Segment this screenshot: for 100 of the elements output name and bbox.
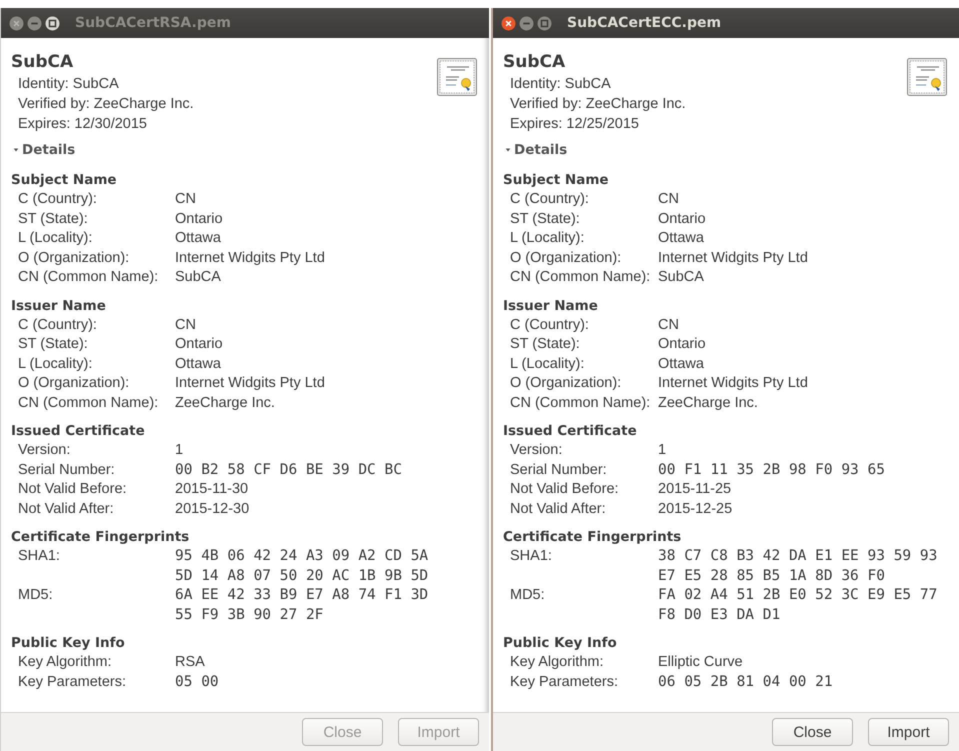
- field-label: C (Country):: [18, 316, 97, 334]
- field-value: 2015-11-30: [175, 480, 248, 499]
- field-value: SubCA: [658, 268, 704, 287]
- field-value: 2015-12-25: [658, 500, 732, 518]
- verified-by-text: Verified by: ZeeCharge Inc.: [18, 95, 194, 114]
- verified-by-text: Verified by: ZeeCharge Inc.: [510, 95, 686, 114]
- field-value: 1: [658, 441, 666, 460]
- section-heading: Certificate Fingerprints: [11, 528, 190, 547]
- field-value: E7 E5 28 85 B5 1A 8D 36 F0: [658, 566, 885, 586]
- field-value: Ontario: [658, 210, 706, 228]
- section-heading: Certificate Fingerprints: [503, 528, 682, 547]
- section-heading: Subject Name: [11, 171, 118, 190]
- field-value: 2015-12-30: [175, 500, 250, 518]
- details-expander[interactable]: Details: [13, 140, 76, 160]
- field-value: 6A EE 42 33 B9 E7 A8 74 F1 3D: [175, 586, 428, 605]
- field-label: O (Organization):: [510, 374, 622, 393]
- field-label: Not Valid After:: [18, 500, 114, 518]
- details-expander[interactable]: Details: [505, 140, 568, 160]
- field-label: ST (State):: [18, 210, 88, 228]
- field-label: Version:: [510, 441, 562, 460]
- field-value: Internet Widgits Pty Ltd: [175, 374, 325, 393]
- field-value: 06 05 2B 81 04 00 21: [658, 672, 833, 692]
- section-heading: Issued Certificate: [11, 422, 146, 441]
- field-value: Ottawa: [175, 229, 221, 248]
- import-button[interactable]: Import: [868, 718, 949, 746]
- section-heading: Public Key Info: [11, 634, 126, 653]
- field-label: C (Country):: [18, 190, 97, 209]
- field-label: ST (State):: [510, 335, 580, 354]
- field-value: SubCA: [175, 268, 221, 287]
- field-value: 00 B2 58 CF D6 BE 39 DC BC: [175, 460, 402, 480]
- field-label: O (Organization):: [18, 374, 130, 393]
- certificate-icon: [907, 58, 947, 96]
- field-label: CN (Common Name):: [18, 268, 158, 287]
- field-value: Ottawa: [175, 354, 221, 374]
- field-label: C (Country):: [510, 190, 589, 209]
- field-label: CN (Common Name):: [510, 268, 650, 287]
- field-value: Elliptic Curve: [658, 653, 743, 672]
- field-value: 2015-11-25: [658, 480, 732, 499]
- expires-text: Expires: 12/25/2015: [510, 115, 640, 134]
- field-value: CN: [658, 190, 679, 209]
- certificate-icon: [437, 58, 477, 96]
- close-button[interactable]: Close: [772, 718, 853, 746]
- field-value: 1: [175, 441, 184, 460]
- field-value: 95 4B 06 42 24 A3 09 A2 CD 5A: [175, 547, 428, 566]
- field-label: O (Organization):: [18, 248, 130, 268]
- field-label: MD5:: [510, 586, 545, 605]
- field-value: RSA: [175, 653, 205, 672]
- maximize-icon[interactable]: [45, 16, 60, 30]
- field-label: Key Parameters:: [18, 672, 126, 692]
- identity-text: Identity: SubCA: [18, 75, 120, 94]
- field-value: 38 C7 C8 B3 42 DA E1 EE 93 59 93: [658, 547, 938, 566]
- field-label: Not Valid Before:: [18, 480, 127, 499]
- field-label: CN (Common Name):: [18, 394, 158, 412]
- field-label: L (Locality):: [18, 354, 92, 374]
- field-label: Key Parameters:: [510, 672, 618, 692]
- field-label: MD5:: [18, 586, 53, 605]
- field-value: Ontario: [175, 335, 223, 354]
- section-heading: Issuer Name: [11, 296, 107, 316]
- field-label: ST (State):: [18, 335, 88, 354]
- field-label: ST (State):: [510, 210, 580, 228]
- close-icon[interactable]: [501, 16, 516, 30]
- field-value: Ontario: [175, 210, 223, 228]
- field-label: Not Valid Before:: [510, 480, 619, 499]
- field-label: Serial Number:: [18, 460, 115, 480]
- field-value: Ottawa: [658, 354, 704, 374]
- field-label: SHA1:: [18, 547, 60, 566]
- field-value: CN: [658, 316, 679, 334]
- field-label: O (Organization):: [510, 248, 622, 268]
- section-heading: Subject Name: [503, 171, 610, 190]
- identity-text: Identity: SubCA: [510, 75, 612, 94]
- field-label: L (Locality):: [18, 229, 92, 248]
- field-label: C (Country):: [510, 316, 589, 334]
- field-value: CN: [175, 190, 196, 209]
- field-label: L (Locality):: [510, 354, 584, 374]
- window-title: SubCACertRSA.pem: [75, 15, 231, 31]
- field-value: 05 00: [175, 672, 219, 692]
- field-label: Key Algorithm:: [510, 653, 604, 672]
- section-heading: Issued Certificate: [503, 422, 638, 441]
- field-label: Version:: [18, 441, 70, 460]
- maximize-icon[interactable]: [537, 16, 552, 30]
- field-value: CN: [175, 316, 196, 334]
- field-label: Key Algorithm:: [18, 653, 112, 672]
- field-label: Not Valid After:: [510, 500, 606, 518]
- minimize-icon[interactable]: [27, 16, 42, 30]
- field-value: 55 F9 3B 90 27 2F: [175, 606, 324, 624]
- field-value: ZeeCharge Inc.: [658, 394, 758, 412]
- close-icon[interactable]: [9, 16, 24, 30]
- field-value: Internet Widgits Pty Ltd: [658, 374, 808, 393]
- section-heading: Issuer Name: [503, 296, 599, 316]
- expires-text: Expires: 12/30/2015: [18, 115, 148, 134]
- field-label: L (Locality):: [510, 229, 584, 248]
- field-value: 00 F1 11 35 2B 98 F0 93 65: [658, 460, 885, 480]
- field-value: ZeeCharge Inc.: [175, 394, 275, 412]
- field-label: SHA1:: [510, 547, 552, 566]
- certificate-name: SubCA: [11, 51, 74, 74]
- window-title: SubCACertECC.pem: [567, 15, 722, 31]
- field-value: Internet Widgits Pty Ltd: [175, 248, 325, 268]
- field-value: F8 D0 E3 DA D1: [658, 606, 780, 624]
- field-value: FA 02 A4 51 2B E0 52 3C E9 E5 77: [658, 586, 938, 605]
- certificate-name: SubCA: [503, 51, 566, 74]
